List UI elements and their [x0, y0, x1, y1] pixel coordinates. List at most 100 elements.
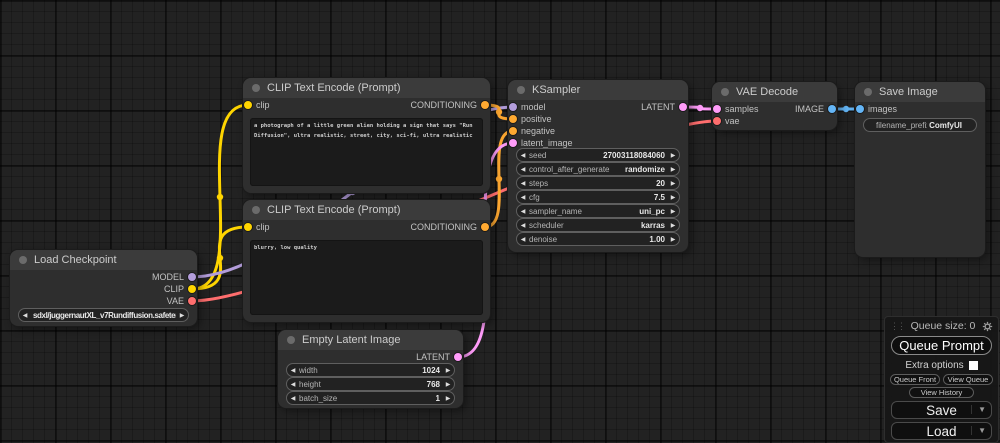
input-label-model: model: [521, 102, 546, 112]
increment-arrow-icon[interactable]: ▶: [667, 180, 679, 187]
output-port-LATENT[interactable]: [679, 103, 687, 111]
decrement-arrow-icon[interactable]: ◀: [517, 222, 529, 229]
collapse-dot-icon[interactable]: [287, 336, 295, 344]
collapse-dot-icon[interactable]: [252, 84, 260, 92]
increment-arrow-icon[interactable]: ▶: [442, 367, 454, 374]
decrement-arrow-icon[interactable]: ◀: [287, 367, 299, 374]
collapse-dot-icon[interactable]: [252, 206, 260, 214]
decrement-arrow-icon[interactable]: ◀: [517, 152, 529, 159]
widget-value: 7.5: [652, 193, 667, 202]
input-port-samples[interactable]: [713, 105, 721, 113]
node-titlebar[interactable]: VAE Decode: [712, 82, 837, 102]
node-titlebar[interactable]: Save Image: [855, 82, 985, 102]
input-label-positive: positive: [521, 114, 552, 124]
increment-arrow-icon[interactable]: ▶: [667, 222, 679, 229]
widget-width[interactable]: ◀width1024▶: [286, 363, 455, 377]
decrement-arrow-icon[interactable]: ◀: [287, 395, 299, 402]
node-titlebar[interactable]: Load Checkpoint: [10, 250, 197, 270]
widget-label: control_after_generate: [529, 165, 623, 174]
output-port-LATENT[interactable]: [454, 353, 462, 361]
link-midpoint-dot[interactable]: [843, 106, 849, 112]
node-graph-canvas[interactable]: Load CheckpointMODELCLIPVAE◀sdxl/juggern…: [0, 0, 1000, 443]
output-port-MODEL[interactable]: [188, 273, 196, 281]
widget-height[interactable]: ◀height768▶: [286, 377, 455, 391]
widget-batch_size[interactable]: ◀batch_size1▶: [286, 391, 455, 405]
input-port-images[interactable]: [856, 105, 864, 113]
load-button[interactable]: Load ▼: [891, 422, 992, 440]
view-history-button[interactable]: View History: [909, 387, 975, 398]
node-load_checkpoint[interactable]: Load CheckpointMODELCLIPVAE◀sdxl/juggern…: [10, 250, 197, 326]
decrement-arrow-icon[interactable]: ◀: [517, 236, 529, 243]
link-midpoint-dot[interactable]: [496, 176, 502, 182]
collapse-dot-icon[interactable]: [19, 256, 27, 264]
collapse-dot-icon[interactable]: [517, 86, 525, 94]
decrement-arrow-icon[interactable]: ◀: [517, 166, 529, 173]
node-clip_positive[interactable]: CLIP Text Encode (Prompt)clipCONDITIONIN…: [243, 78, 490, 193]
link-midpoint-dot[interactable]: [217, 255, 223, 261]
save-dropdown-caret-icon[interactable]: ▼: [971, 405, 986, 414]
node-titlebar[interactable]: CLIP Text Encode (Prompt): [243, 200, 490, 220]
decrement-arrow-icon[interactable]: ◀: [287, 381, 299, 388]
widget-denoise[interactable]: ◀denoise1.00▶: [516, 232, 680, 246]
input-port-positive[interactable]: [509, 115, 517, 123]
input-port-clip[interactable]: [244, 101, 252, 109]
decrement-arrow-icon[interactable]: ◀: [19, 312, 31, 319]
node-save_image[interactable]: Save Image images filename_prefixComfyUI: [855, 82, 985, 257]
output-port-IMAGE[interactable]: [828, 105, 836, 113]
link-midpoint-dot[interactable]: [697, 105, 703, 111]
widget-control_after_generate[interactable]: ◀control_after_generaterandomize▶: [516, 162, 680, 176]
collapse-dot-icon[interactable]: [721, 88, 729, 96]
drag-handle-icon[interactable]: ⋮⋮: [890, 321, 904, 332]
decrement-arrow-icon[interactable]: ◀: [517, 194, 529, 201]
increment-arrow-icon[interactable]: ▶: [442, 395, 454, 402]
node-vae_decode[interactable]: VAE DecodesamplesvaeIMAGE: [712, 82, 837, 130]
queue-prompt-button[interactable]: Queue Prompt: [891, 336, 992, 355]
input-port-clip[interactable]: [244, 223, 252, 231]
increment-arrow-icon[interactable]: ▶: [442, 381, 454, 388]
collapse-dot-icon[interactable]: [864, 88, 872, 96]
queue-front-button[interactable]: Queue Front: [890, 374, 940, 385]
node-titlebar[interactable]: KSampler: [508, 80, 688, 100]
node-titlebar[interactable]: CLIP Text Encode (Prompt): [243, 78, 490, 98]
input-port-model[interactable]: [509, 103, 517, 111]
input-port-vae[interactable]: [713, 117, 721, 125]
input-port-negative[interactable]: [509, 127, 517, 135]
widget-sampler_name[interactable]: ◀sampler_nameuni_pc▶: [516, 204, 680, 218]
settings-gear-icon[interactable]: [982, 321, 993, 332]
prompt-textarea[interactable]: blurry, low quality: [250, 240, 483, 315]
input-label-images: images: [868, 104, 897, 114]
widget-filename_prefix[interactable]: filename_prefixComfyUI: [863, 118, 977, 132]
save-button[interactable]: Save ▼: [891, 401, 992, 419]
output-port-CONDITIONING[interactable]: [481, 101, 489, 109]
decrement-arrow-icon[interactable]: ◀: [517, 208, 529, 215]
widget-combo[interactable]: ◀sdxl/juggernautXL_v7Rundiffusion.safete…: [18, 308, 189, 322]
save-button-label: Save: [926, 403, 957, 418]
widget-seed[interactable]: ◀seed27003118084060▶: [516, 148, 680, 162]
increment-arrow-icon[interactable]: ▶: [176, 312, 188, 319]
increment-arrow-icon[interactable]: ▶: [667, 194, 679, 201]
decrement-arrow-icon[interactable]: ◀: [517, 180, 529, 187]
extra-options-checkbox[interactable]: [969, 361, 978, 370]
load-dropdown-caret-icon[interactable]: ▼: [971, 426, 986, 435]
prompt-textarea[interactable]: a photograph of a little green alien hol…: [250, 118, 483, 186]
widget-cfg[interactable]: ◀cfg7.5▶: [516, 190, 680, 204]
output-port-VAE[interactable]: [188, 297, 196, 305]
increment-arrow-icon[interactable]: ▶: [667, 152, 679, 159]
input-port-latent_image[interactable]: [509, 139, 517, 147]
link-midpoint-dot[interactable]: [217, 194, 223, 200]
widget-steps[interactable]: ◀steps20▶: [516, 176, 680, 190]
node-empty_latent[interactable]: Empty Latent ImageLATENT◀width1024▶◀heig…: [278, 330, 463, 408]
node-clip_negative[interactable]: CLIP Text Encode (Prompt)clipCONDITIONIN…: [243, 200, 490, 322]
view-queue-button[interactable]: View Queue: [943, 374, 993, 385]
output-port-CONDITIONING[interactable]: [481, 223, 489, 231]
node-titlebar[interactable]: Empty Latent Image: [278, 330, 463, 350]
increment-arrow-icon[interactable]: ▶: [667, 236, 679, 243]
increment-arrow-icon[interactable]: ▶: [667, 166, 679, 173]
output-port-CLIP[interactable]: [188, 285, 196, 293]
widget-scheduler[interactable]: ◀schedulerkarras▶: [516, 218, 680, 232]
increment-arrow-icon[interactable]: ▶: [667, 208, 679, 215]
widget-value: sdxl/juggernautXL_v7Rundiffusion.safeten…: [31, 311, 176, 320]
node-ksampler[interactable]: KSamplermodelpositivenegativelatent_imag…: [508, 80, 688, 252]
widget-label: sampler_name: [529, 207, 637, 216]
link-midpoint-dot[interactable]: [496, 109, 502, 115]
